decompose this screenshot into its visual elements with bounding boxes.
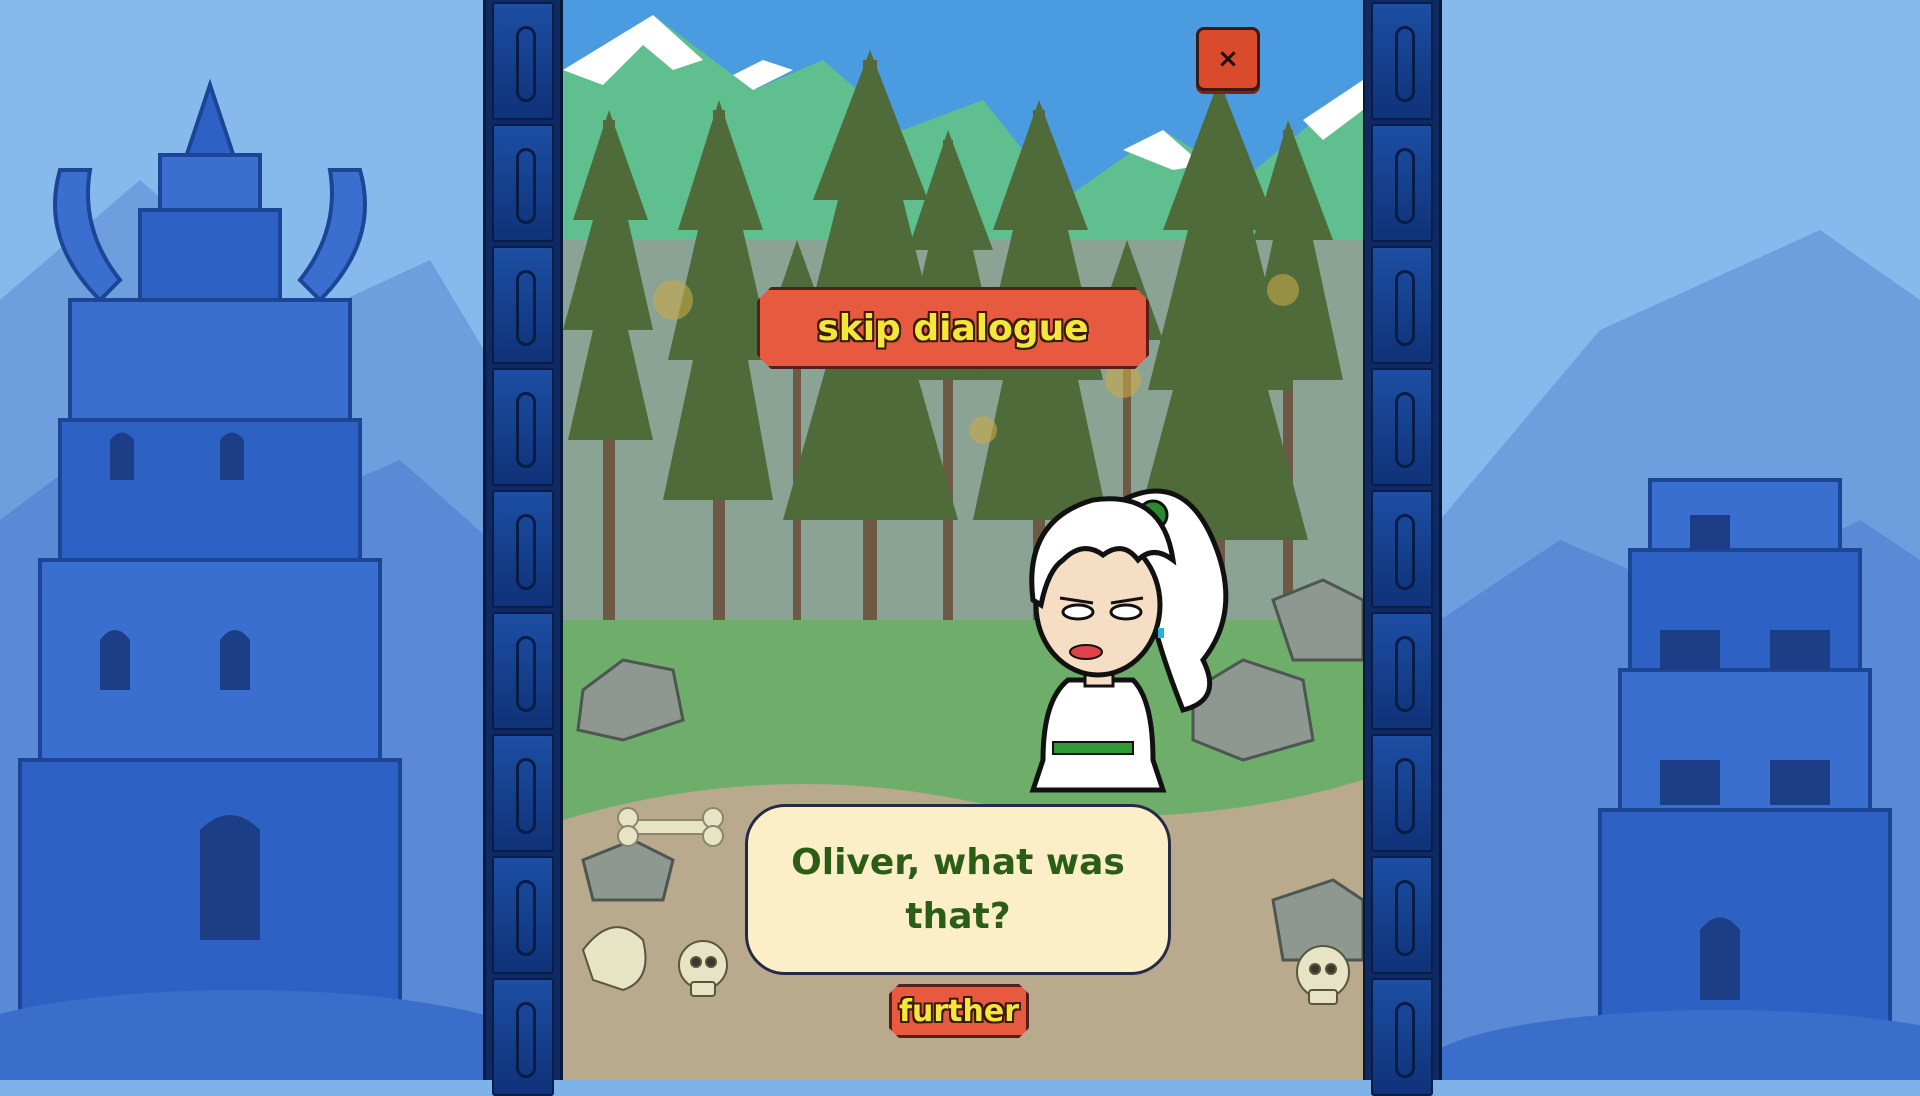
left-border-column — [483, 0, 563, 1096]
left-tower-illustration — [18, 78, 402, 1080]
dialogue-text: Oliver, what was that? — [791, 841, 1125, 937]
skip-dialogue-button[interactable]: skip dialogue — [757, 287, 1149, 369]
dialogue-box: Oliver, what was that? — [745, 804, 1171, 975]
further-label: further — [898, 993, 1020, 1029]
close-icon: × — [1217, 44, 1239, 74]
further-button[interactable]: further — [889, 984, 1029, 1038]
right-border-column — [1362, 0, 1442, 1096]
right-tower-illustration — [1598, 478, 1892, 1080]
close-button[interactable]: × — [1196, 27, 1260, 91]
skip-dialogue-label: skip dialogue — [817, 307, 1089, 349]
